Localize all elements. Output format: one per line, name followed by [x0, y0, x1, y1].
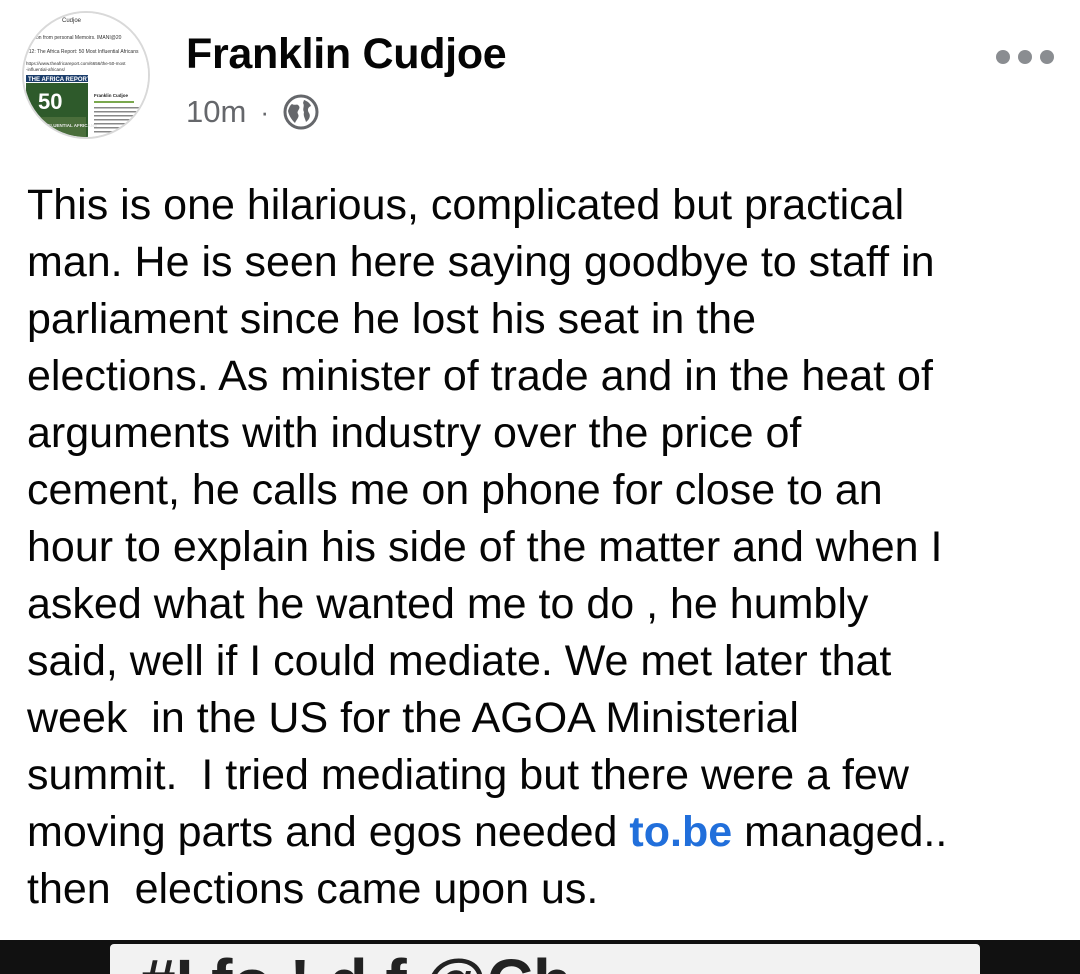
media-caption-text: #I fo ! d f @Ch: [140, 950, 572, 974]
post-timestamp[interactable]: 10m: [186, 94, 246, 130]
avatar-line-2: 012: The Africa Report: 50 Most Influent…: [26, 49, 139, 55]
more-dot: [996, 50, 1010, 64]
post-line: summit. I tried mediating but there were…: [27, 751, 909, 799]
post-line-post-link: managed..: [732, 808, 948, 856]
post-meta: 10m ·: [186, 92, 319, 132]
post-line: arguments with industry over the price o…: [27, 409, 802, 457]
post-line: elections. As minister of trade and in t…: [27, 352, 933, 400]
avatar-magazine-sub: MOST INFLUENTIAL AFRICANS: [29, 123, 97, 128]
more-dot: [1018, 50, 1032, 64]
more-dot: [1040, 50, 1054, 64]
post-line: said, well if I could mediate. We met la…: [27, 637, 892, 685]
avatar-name-text: Cudjoe: [62, 18, 82, 24]
avatar-line-3: https://www.theafricareport.com/6656/the…: [26, 61, 126, 66]
post-media-preview[interactable]: #I fo ! d f @Ch: [0, 940, 1080, 974]
post-link[interactable]: to.be: [629, 808, 732, 856]
globe-icon: [283, 94, 319, 130]
avatar-line-1: llection from personal Memoirs. IMANI@20: [26, 35, 122, 41]
post-author-name[interactable]: Franklin Cudjoe: [186, 33, 507, 76]
post-line: parliament since he lost his seat in the: [27, 295, 757, 343]
post-line: asked what he wanted me to do , he humbl…: [27, 580, 869, 628]
avatar-magazine-number: 50: [38, 89, 62, 114]
meta-separator: ·: [260, 96, 269, 127]
avatar-magazine-title: THE AFRICA REPORT: [28, 77, 91, 83]
post-line: This is one hilarious, complicated but p…: [27, 181, 905, 229]
avatar-line-4: -influential-africans/: [26, 67, 66, 72]
more-options-icon[interactable]: [996, 44, 1054, 70]
media-image: #I fo ! d f @Ch: [110, 944, 980, 974]
post-line: hour to explain his side of the matter a…: [27, 523, 943, 571]
post-line: man. He is seen here saying goodbye to s…: [27, 238, 935, 286]
post-line: then elections came upon us.: [27, 865, 599, 913]
post-line-pre-link: moving parts and egos needed: [27, 808, 630, 856]
author-avatar[interactable]: Cudjoe llection from personal Memoirs. I…: [22, 11, 150, 139]
avatar-article-name: Franklin Cudjoe: [94, 93, 129, 98]
post-line: week in the US for the AGOA Ministerial: [27, 694, 799, 742]
post-line: cement, he calls me on phone for close t…: [27, 466, 883, 514]
post-text: This is one hilarious, complicated but p…: [27, 177, 1067, 918]
